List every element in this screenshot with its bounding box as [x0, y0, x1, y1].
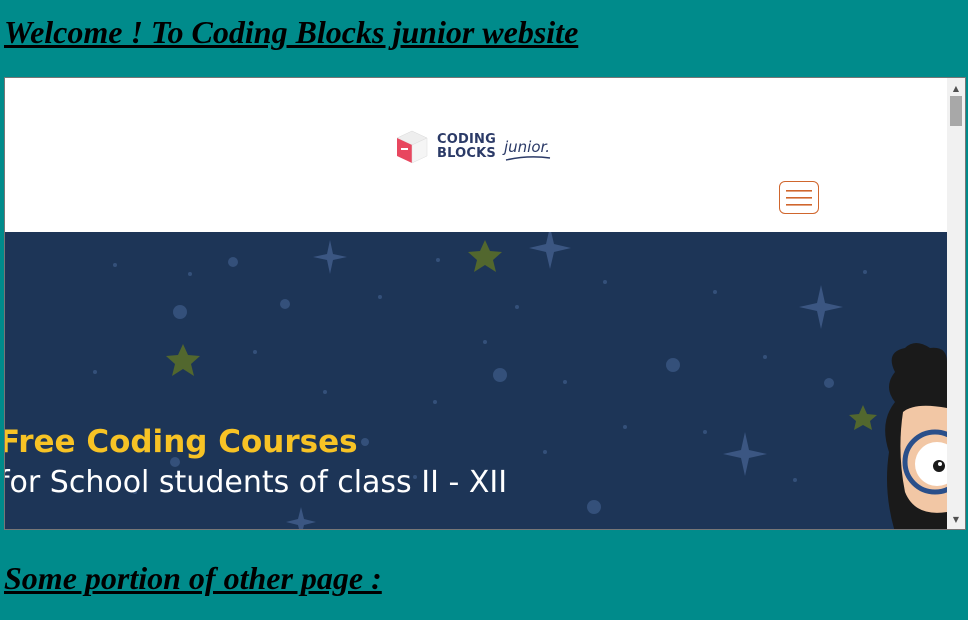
- embedded-website-viewport: CODING BLOCKS junior. Free Coding Course…: [5, 78, 947, 529]
- cartoon-character-illustration: [885, 343, 947, 529]
- hamburger-menu-icon: [786, 189, 812, 206]
- hero-title: Free Coding Courses: [5, 424, 358, 460]
- logo-junior-label: junior.: [503, 138, 551, 156]
- hero-banner: Free Coding Courses for School students …: [5, 232, 947, 529]
- page-heading: Welcome ! To Coding Blocks junior websit…: [4, 14, 579, 50]
- logo-line-coding: CODING: [437, 132, 496, 147]
- iframe-scrollbar[interactable]: ▲ ▼: [947, 78, 965, 529]
- hero-subtitle: for School students of class II - XII: [5, 465, 508, 500]
- coding-blocks-junior-logo[interactable]: CODING BLOCKS junior.: [393, 128, 551, 166]
- logo-junior-text: junior.: [503, 138, 551, 161]
- logo-cube-icon: [396, 130, 428, 164]
- section-heading: Some portion of other page :: [4, 560, 382, 596]
- embedded-website-frame[interactable]: CODING BLOCKS junior. Free Coding Course…: [4, 77, 966, 530]
- logo-wordmark: CODING BLOCKS: [437, 133, 496, 161]
- menu-toggle-button[interactable]: [779, 181, 819, 214]
- logo-underline-swoosh-icon: [505, 156, 551, 161]
- scrollbar-thumb[interactable]: [950, 96, 962, 126]
- logo-line-blocks: BLOCKS: [437, 146, 496, 161]
- arrow-down-icon[interactable]: ▼: [947, 511, 965, 527]
- arrow-up-icon[interactable]: ▲: [947, 80, 965, 96]
- site-header: CODING BLOCKS junior.: [5, 78, 947, 232]
